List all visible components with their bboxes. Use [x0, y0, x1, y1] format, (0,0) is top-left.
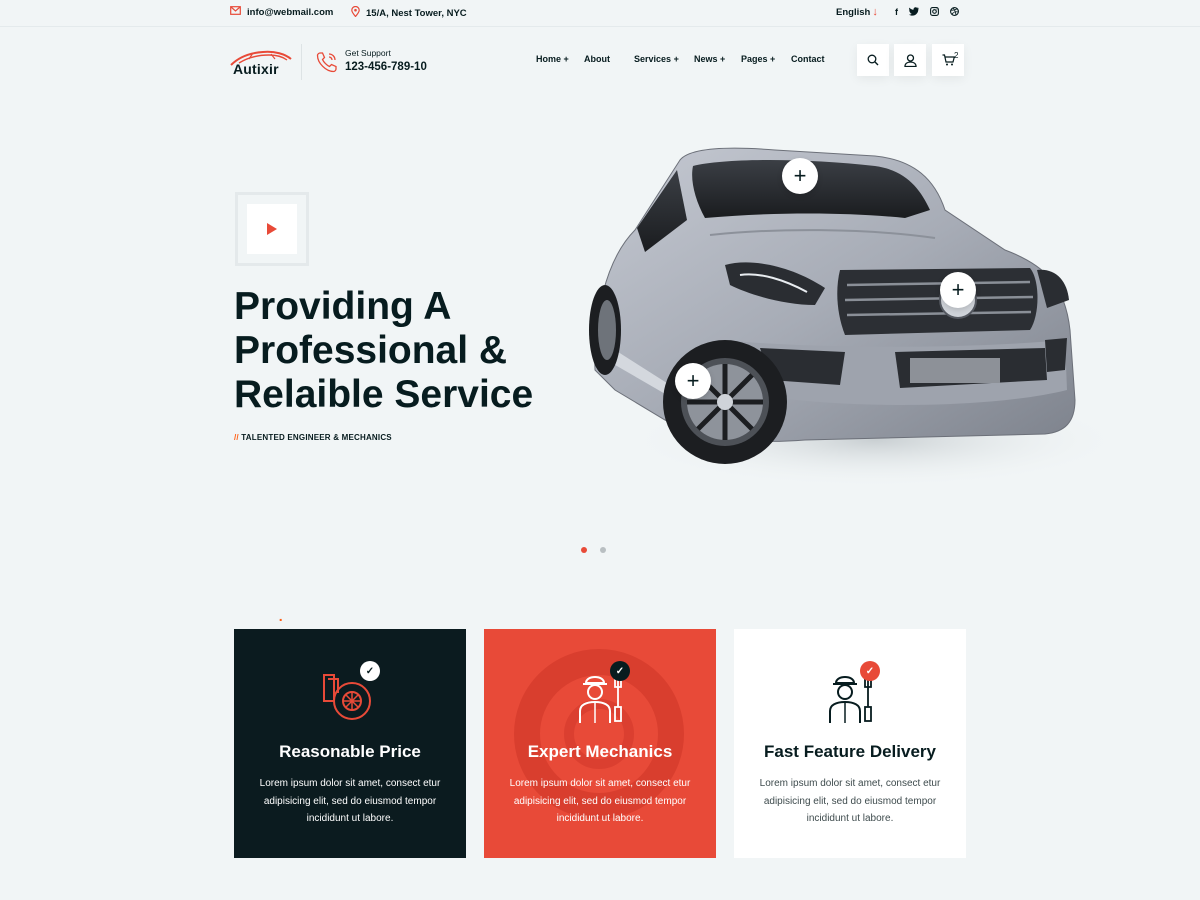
hotspot-wheel[interactable]: +	[675, 363, 711, 399]
check-icon: ✓	[360, 661, 380, 681]
cart-button[interactable]	[932, 44, 964, 76]
nav-contact[interactable]: Contact	[791, 54, 825, 64]
feature-title: Reasonable Price	[279, 742, 421, 761]
feature-text: Lorem ipsum dolor sit amet, consect etur…	[759, 778, 941, 824]
feature-text: Lorem ipsum dolor sit amet, consect etur…	[259, 778, 441, 824]
hero-subtitle: // TALENTED ENGINEER & MECHANICS	[234, 433, 392, 442]
check-icon: ✓	[860, 661, 880, 681]
mail-icon	[230, 6, 241, 18]
social-links: f	[895, 7, 959, 18]
check-icon: ✓	[610, 661, 630, 681]
account-button[interactable]	[894, 44, 926, 76]
nav-services[interactable]: Services +	[634, 54, 679, 64]
header-divider	[301, 44, 302, 80]
facebook-icon[interactable]: f	[895, 7, 898, 18]
feature-card-mechanics: ✓ Expert Mechanics Lorem ipsum dolor sit…	[484, 629, 716, 858]
nav-about[interactable]: About	[584, 54, 610, 64]
feature-text: Lorem ipsum dolor sit amet, consect etur…	[509, 778, 691, 824]
slider-dot-active[interactable]	[581, 547, 587, 553]
instagram-icon[interactable]	[930, 7, 939, 18]
hero-title: Providing A Professional & Relaible Serv…	[234, 285, 534, 416]
support-label: Get Support	[345, 48, 391, 58]
arrow-down-icon: ↓	[872, 6, 878, 18]
nav-news[interactable]: News +	[694, 54, 725, 64]
cart-count-badge: 2	[954, 51, 959, 60]
feature-card-delivery: ✓ Fast Feature Delivery Lorem ipsum dolo…	[734, 629, 966, 858]
language-label: English	[836, 6, 871, 18]
video-play-button[interactable]	[247, 204, 297, 254]
feature-title: Expert Mechanics	[527, 742, 673, 761]
nav-home[interactable]: Home +	[536, 54, 569, 64]
search-button[interactable]	[857, 44, 889, 76]
user-icon	[903, 53, 917, 67]
feature-card-price: ✓ Reasonable Price Lorem ipsum dolor sit…	[234, 629, 466, 858]
phone-icon	[315, 50, 339, 79]
suv-car-image	[589, 147, 1115, 488]
slider-dot[interactable]	[600, 547, 606, 553]
address-text: 15/A, Nest Tower, NYC	[366, 7, 467, 19]
logo-wordmark: Autixir.	[233, 61, 283, 624]
address-info: 15/A, Nest Tower, NYC	[351, 5, 467, 20]
support-phone[interactable]: 123-456-789-10	[345, 61, 427, 73]
language-select[interactable]: English ↓	[836, 6, 878, 18]
hotspot-windshield[interactable]: +	[782, 158, 818, 194]
top-bar: info@webmail.com 15/A, Nest Tower, NYC E…	[0, 0, 1200, 27]
play-icon	[267, 223, 277, 235]
feature-title: Fast Feature Delivery	[764, 742, 936, 761]
nav-pages[interactable]: Pages +	[741, 54, 775, 64]
cart-icon	[942, 54, 955, 66]
dribbble-icon[interactable]	[950, 7, 959, 18]
hotspot-grille[interactable]: +	[940, 272, 976, 308]
email-text: info@webmail.com	[247, 6, 334, 18]
search-icon	[867, 54, 879, 66]
email-link[interactable]: info@webmail.com	[230, 6, 333, 18]
map-pin-icon	[351, 5, 360, 20]
twitter-icon[interactable]	[909, 7, 919, 18]
